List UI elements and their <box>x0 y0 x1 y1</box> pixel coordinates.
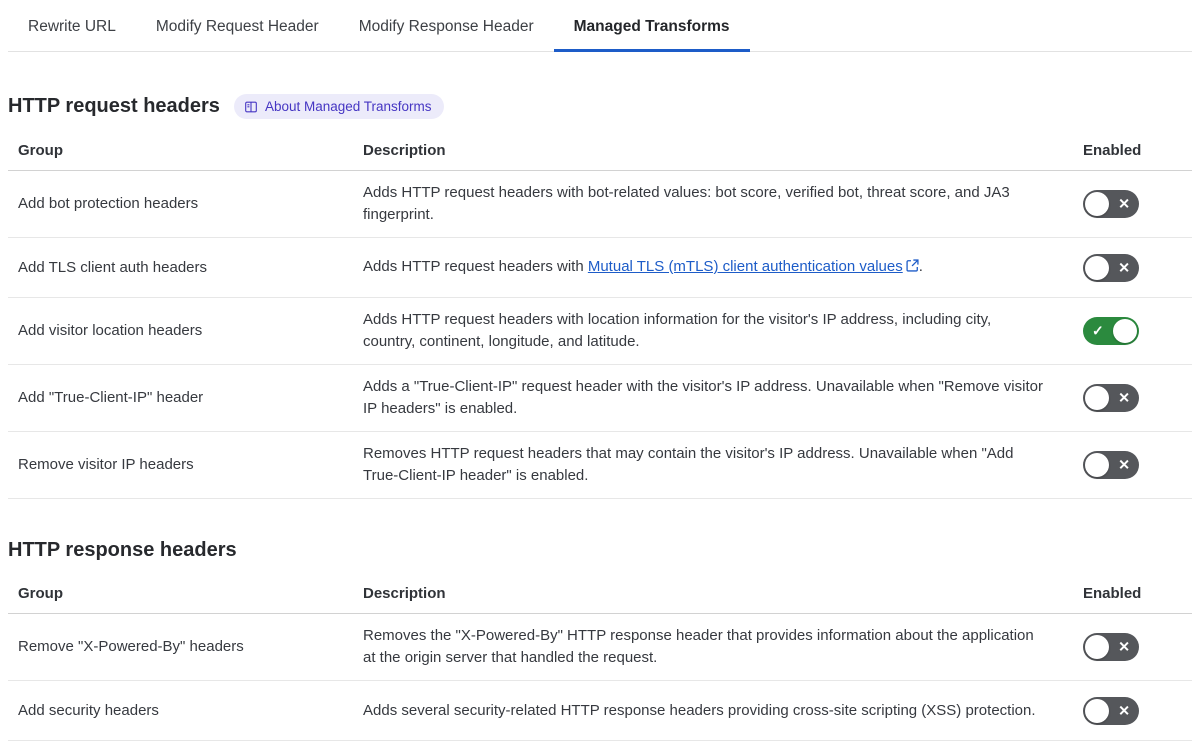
toggle-state-icon: ✕ <box>1118 195 1130 212</box>
tab-bar: Rewrite URL Modify Request Header Modify… <box>8 6 1192 52</box>
table-row: Add bot protection headers Adds HTTP req… <box>8 171 1192 238</box>
tab-managed-transforms[interactable]: Managed Transforms <box>553 6 750 52</box>
row-group-label: Remove visitor IP headers <box>18 456 194 473</box>
row-description: Adds a "True-Client-IP" request header w… <box>363 378 1043 417</box>
table-row: Add TLS client auth headers Adds HTTP re… <box>8 238 1192 298</box>
column-header-description: Description <box>363 142 446 159</box>
about-badge-label: About Managed Transforms <box>264 99 432 114</box>
book-icon <box>244 100 258 114</box>
toggle-state-icon: ✕ <box>1118 702 1130 719</box>
column-header-description: Description <box>363 585 446 602</box>
column-header-group: Group <box>18 585 63 602</box>
tab-rewrite-url[interactable]: Rewrite URL <box>8 6 136 52</box>
row-description: Removes the "X-Powered-By" HTTP response… <box>363 627 1034 666</box>
mtls-values-link[interactable]: Mutual TLS (mTLS) client authentication … <box>588 258 903 275</box>
toggle-knob <box>1085 453 1109 477</box>
row-description: Removes HTTP request headers that may co… <box>363 445 1014 484</box>
request-headers-title: HTTP request headers <box>8 95 220 117</box>
table-row: Add "True-Client-IP" header Adds a "True… <box>8 365 1192 432</box>
request-headers-section-head: HTTP request headers About Managed Trans… <box>8 94 1192 119</box>
row-group-label: Add TLS client auth headers <box>18 258 208 276</box>
description-text: Adds HTTP request headers with <box>363 258 588 275</box>
row-description: Adds HTTP request headers with Mutual TL… <box>363 256 1063 279</box>
toggle-knob <box>1085 635 1109 659</box>
row-group-label: Add bot protection headers <box>18 195 199 212</box>
toggle-state-icon: ✕ <box>1118 638 1130 655</box>
row-group-label: Add "True-Client-IP" header <box>18 389 204 406</box>
table-row: Add security headers Adds several securi… <box>8 681 1192 741</box>
toggle-state-icon: ✕ <box>1118 389 1130 406</box>
toggle-add-security-headers[interactable]: ✕ <box>1083 696 1139 725</box>
toggle-remove-x-powered-by-headers[interactable]: ✕ <box>1083 633 1139 661</box>
toggle-remove-visitor-ip-headers[interactable]: ✕ <box>1083 451 1139 479</box>
row-description: Adds HTTP request headers with bot-relat… <box>363 184 1010 223</box>
table-row: Add visitor location headers Adds HTTP r… <box>8 298 1192 365</box>
column-header-enabled: Enabled <box>1083 585 1142 602</box>
toggle-knob <box>1085 192 1109 216</box>
request-headers-table: Group Description Enabled Add bot protec… <box>8 133 1192 499</box>
row-group-label: Add visitor location headers <box>18 322 203 339</box>
toggle-add-visitor-location-headers[interactable]: ✓ <box>1083 317 1139 345</box>
managed-transforms-page: Rewrite URL Modify Request Header Modify… <box>0 6 1200 741</box>
toggle-knob <box>1085 698 1109 723</box>
response-headers-table: Group Description Enabled Remove "X-Powe… <box>8 576 1192 741</box>
external-link-icon <box>906 257 919 279</box>
tab-modify-response-header[interactable]: Modify Response Header <box>339 6 554 52</box>
toggle-state-icon: ✕ <box>1118 259 1130 276</box>
response-headers-section-head: HTTP response headers <box>8 539 1192 562</box>
column-header-group: Group <box>18 142 63 159</box>
description-text: . <box>918 258 923 275</box>
about-managed-transforms-link[interactable]: About Managed Transforms <box>233 94 444 119</box>
table-header-row: Group Description Enabled <box>8 133 1192 171</box>
tab-modify-request-header[interactable]: Modify Request Header <box>136 6 339 52</box>
toggle-knob <box>1085 255 1109 280</box>
toggle-state-icon: ✕ <box>1118 456 1130 473</box>
row-description: Adds several security-related HTTP respo… <box>363 701 1036 719</box>
toggle-knob <box>1113 319 1137 343</box>
column-header-enabled: Enabled <box>1083 142 1142 159</box>
table-row: Remove "X-Powered-By" headers Removes th… <box>8 614 1192 681</box>
toggle-add-tls-client-auth-headers[interactable]: ✕ <box>1083 253 1139 282</box>
response-headers-title: HTTP response headers <box>8 539 237 561</box>
table-header-row: Group Description Enabled <box>8 576 1192 614</box>
toggle-add-bot-protection-headers[interactable]: ✕ <box>1083 190 1139 218</box>
table-row: Remove visitor IP headers Removes HTTP r… <box>8 432 1192 499</box>
row-group-label: Remove "X-Powered-By" headers <box>18 638 244 655</box>
toggle-knob <box>1085 386 1109 410</box>
row-description: Adds HTTP request headers with location … <box>363 311 992 350</box>
toggle-add-true-client-ip-header[interactable]: ✕ <box>1083 384 1139 412</box>
toggle-state-icon: ✓ <box>1092 322 1104 339</box>
row-group-label: Add security headers <box>18 701 159 719</box>
